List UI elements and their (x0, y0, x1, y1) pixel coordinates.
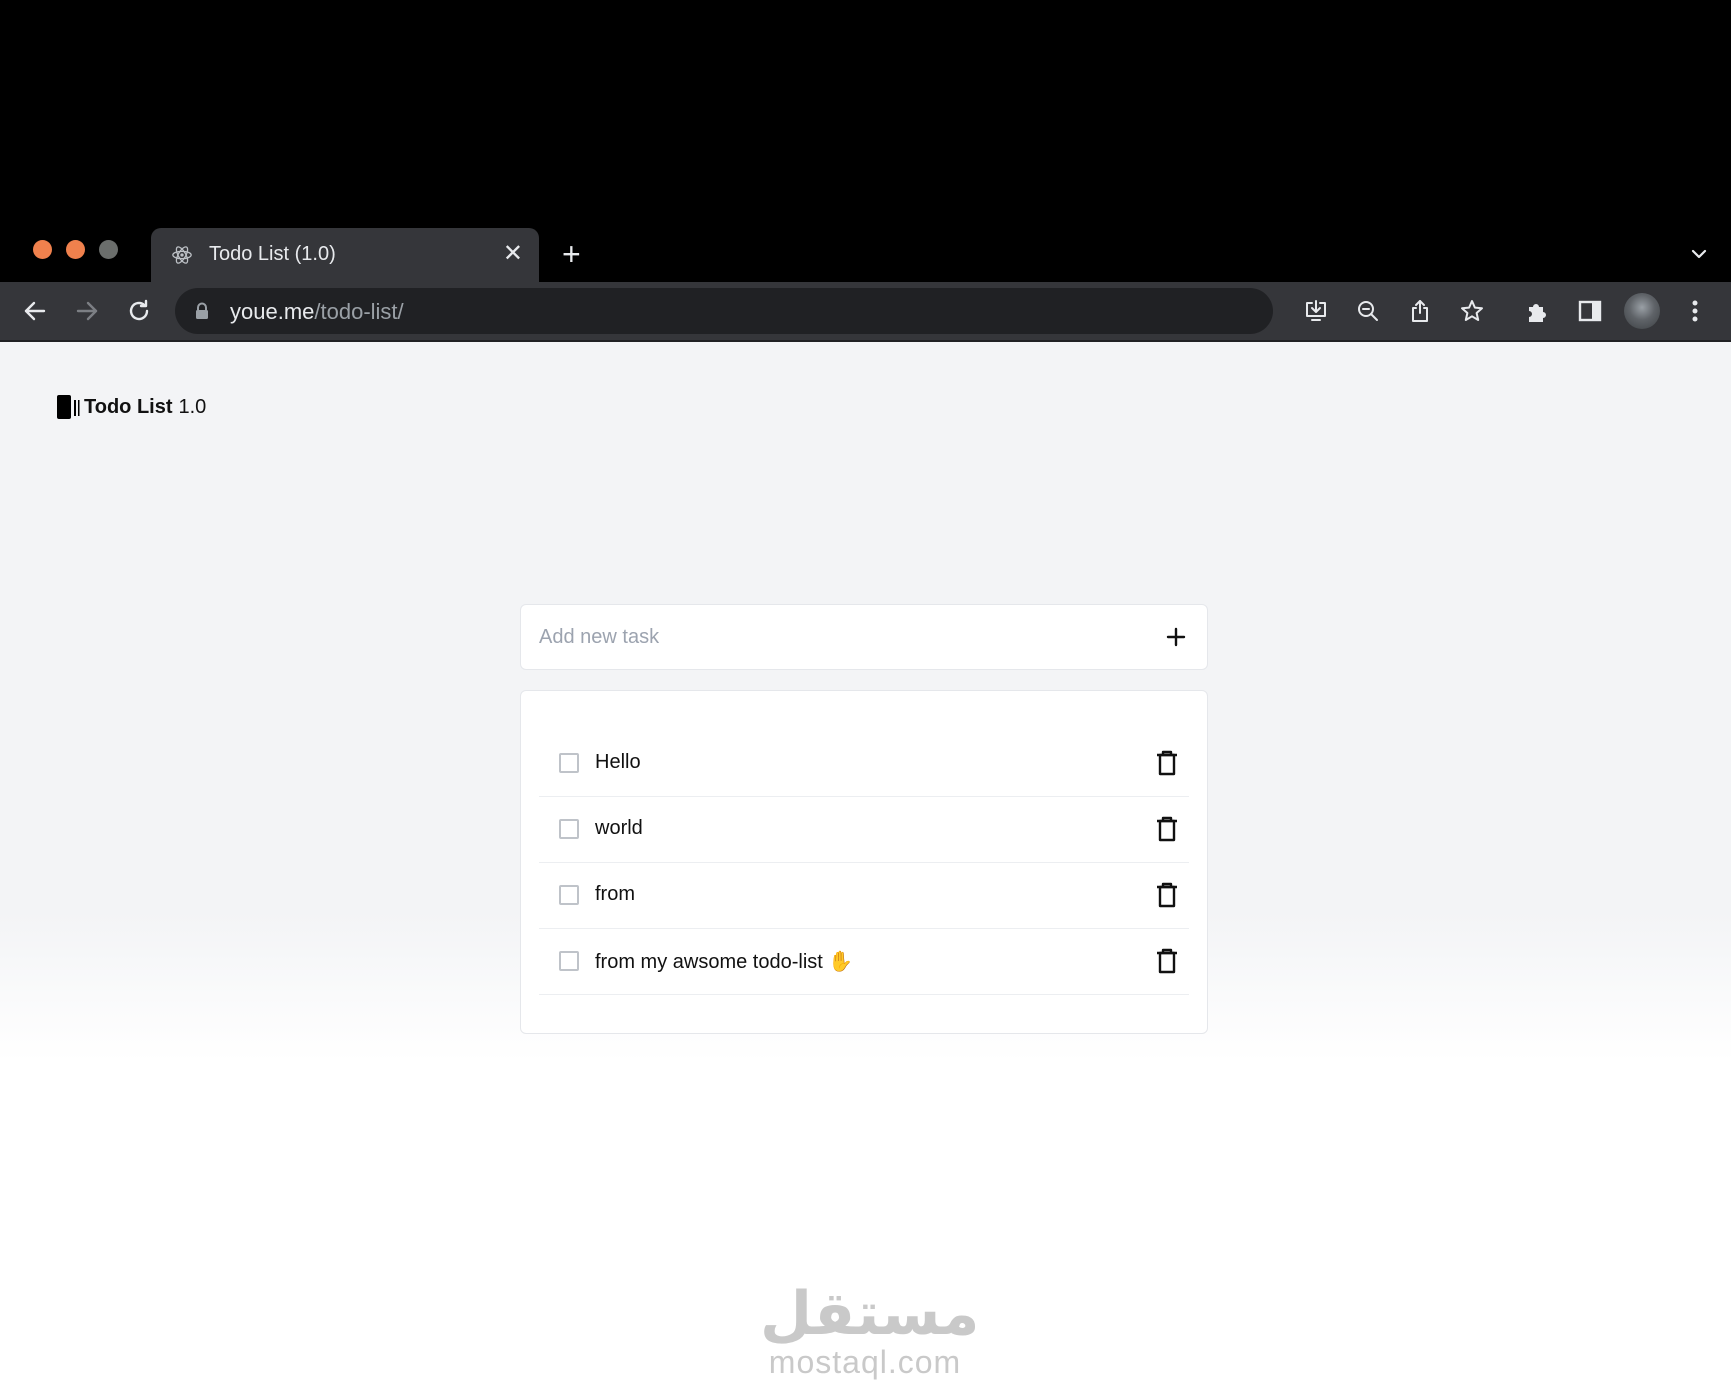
trash-icon[interactable] (1155, 750, 1179, 776)
task-checkbox[interactable] (559, 753, 579, 773)
task-item: Hello (539, 731, 1189, 797)
trash-icon[interactable] (1155, 816, 1179, 842)
app-brand[interactable]: Todo List 1.0 (56, 394, 206, 420)
tab-strip: Todo List (1.0) ✕ + (0, 228, 1731, 282)
watermark-arabic: مستقل (760, 1279, 980, 1349)
url-domain: youe.me (230, 299, 315, 324)
brand-name: Todo List (84, 395, 173, 418)
active-tab[interactable]: Todo List (1.0) ✕ (151, 228, 539, 282)
maximize-window-button[interactable] (99, 240, 118, 259)
reload-icon[interactable] (124, 296, 154, 326)
new-tab-button[interactable]: + (562, 238, 581, 270)
task-text: from my awsome todo-list ✋ (595, 951, 854, 973)
task-text: Hello (595, 751, 641, 773)
task-checkbox[interactable] (559, 819, 579, 839)
forward-arrow-icon[interactable] (72, 296, 102, 326)
watermark-latin: mostaql.com (768, 1344, 962, 1380)
url-text[interactable]: youe.me/todo-list/ (230, 299, 404, 325)
profile-avatar[interactable] (1624, 293, 1660, 329)
install-app-icon[interactable] (1303, 298, 1329, 324)
add-task-input[interactable] (539, 617, 1129, 657)
add-task-card (520, 604, 1208, 670)
task-item: from (539, 863, 1189, 929)
desktop-background (0, 0, 1731, 228)
tab-title: Todo List (1.0) (209, 243, 336, 265)
mostaql-watermark: مستقل mostaql.com (760, 1279, 980, 1380)
task-list: Hello world from from my awsome todo-lis… (539, 731, 1189, 995)
task-text: from (595, 883, 635, 905)
more-vertical-icon[interactable] (1680, 296, 1710, 326)
page-content: Todo List 1.0 Hello world (0, 342, 1731, 1378)
trash-icon[interactable] (1155, 882, 1179, 908)
extensions-puzzle-icon[interactable] (1523, 296, 1553, 326)
share-icon[interactable] (1407, 298, 1433, 324)
todo-logo-icon (57, 395, 80, 419)
side-panel-icon[interactable] (1575, 296, 1605, 326)
react-atom-icon (172, 246, 192, 264)
browser-window: Todo List (1.0) ✕ + youe.me/todo-list/ T… (0, 228, 1731, 1378)
close-window-button[interactable] (33, 240, 52, 259)
zoom-out-icon[interactable] (1355, 298, 1381, 324)
task-checkbox[interactable] (559, 885, 579, 905)
browser-toolbar: youe.me/todo-list/ (0, 282, 1731, 342)
brand-version: 1.0 (178, 395, 207, 418)
lock-icon[interactable] (195, 302, 209, 320)
chevron-down-icon[interactable] (1689, 244, 1709, 264)
bookmark-star-icon[interactable] (1459, 298, 1485, 324)
task-text: world (595, 817, 643, 839)
plus-icon[interactable] (1165, 626, 1187, 648)
trash-icon[interactable] (1155, 948, 1179, 974)
back-arrow-icon[interactable] (20, 296, 50, 326)
minimize-window-button[interactable] (66, 240, 85, 259)
task-checkbox[interactable] (559, 951, 579, 971)
url-path: /todo-list/ (314, 299, 404, 324)
task-list-card: Hello world from from my awsome todo-lis… (520, 690, 1208, 1034)
address-bar[interactable]: youe.me/todo-list/ (175, 288, 1483, 334)
close-tab-icon[interactable]: ✕ (503, 242, 523, 266)
task-item: world (539, 797, 1189, 863)
task-item: from my awsome todo-list ✋ (539, 929, 1189, 995)
